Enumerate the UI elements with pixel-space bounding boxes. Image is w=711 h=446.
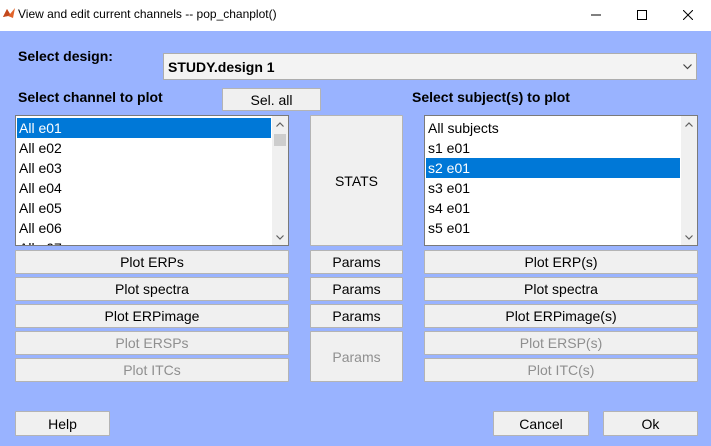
select-subject-label: Select subject(s) to plot	[412, 89, 570, 105]
params-spectra-button[interactable]: Params	[310, 277, 403, 301]
plot-erp-subject-button[interactable]: Plot ERP(s)	[424, 250, 698, 274]
design-dropdown[interactable]: STUDY.design 1	[163, 53, 697, 80]
plot-itcs-button[interactable]: Plot ITCs	[15, 358, 289, 382]
chevron-down-icon	[678, 54, 696, 79]
minimize-icon	[591, 14, 601, 16]
list-item[interactable]: All subjects	[426, 118, 680, 138]
plot-erpimage-button[interactable]: Plot ERPimage	[15, 304, 289, 328]
scroll-up-icon[interactable]	[272, 116, 288, 132]
list-item[interactable]: All e07	[17, 238, 271, 245]
window-title: View and edit current channels -- pop_ch…	[18, 7, 277, 21]
list-item[interactable]: All e02	[17, 138, 271, 158]
stats-button[interactable]: STATS	[310, 115, 403, 246]
dialog-body: Select design: STUDY.design 1 Select cha…	[0, 31, 711, 446]
close-button[interactable]	[665, 0, 711, 30]
params-erpimage-button[interactable]: Params	[310, 304, 403, 328]
subject-list: All subjects s1 e01 s2 e01 s3 e01 s4 e01 s5 e…	[426, 118, 680, 238]
params-ersp-button[interactable]: Params	[310, 331, 403, 382]
ok-button[interactable]: Ok	[603, 411, 698, 436]
list-item[interactable]: All e05	[17, 198, 271, 218]
design-dropdown-value: STUDY.design 1	[168, 59, 275, 75]
scroll-thumb[interactable]	[274, 134, 286, 146]
scroll-down-icon[interactable]	[681, 229, 697, 245]
channel-list: All e01 All e02 All e03 All e04 All e05 All e…	[17, 118, 271, 245]
maximize-button[interactable]	[619, 0, 665, 30]
matlab-icon	[3, 8, 15, 18]
plot-ersp-subject-button[interactable]: Plot ERSP(s)	[424, 331, 698, 355]
close-icon	[683, 10, 693, 20]
list-item[interactable]: s2 e01	[426, 158, 680, 178]
plot-spectra-subject-button[interactable]: Plot spectra	[424, 277, 698, 301]
plot-itc-subject-button[interactable]: Plot ITC(s)	[424, 358, 698, 382]
scroll-down-icon[interactable]	[272, 229, 288, 245]
list-item[interactable]: All e04	[17, 178, 271, 198]
list-item[interactable]: All e01	[17, 118, 271, 138]
plot-erps-button[interactable]: Plot ERPs	[15, 250, 289, 274]
list-item[interactable]: All e06	[17, 218, 271, 238]
cancel-button[interactable]: Cancel	[493, 411, 589, 436]
select-design-label: Select design:	[18, 48, 113, 64]
title-bar: View and edit current channels -- pop_ch…	[0, 0, 711, 31]
plot-ersps-button[interactable]: Plot ERSPs	[15, 331, 289, 355]
channel-scrollbar[interactable]	[272, 116, 288, 245]
plot-spectra-button[interactable]: Plot spectra	[15, 277, 289, 301]
list-item[interactable]: s3 e01	[426, 178, 680, 198]
select-channel-label: Select channel to plot	[18, 89, 163, 105]
help-button[interactable]: Help	[15, 411, 110, 436]
subject-listbox[interactable]: All subjects s1 e01 s2 e01 s3 e01 s4 e01 s5 e…	[424, 115, 698, 246]
list-item[interactable]: s5 e01	[426, 218, 680, 238]
channel-listbox[interactable]: All e01 All e02 All e03 All e04 All e05 All e…	[15, 115, 289, 246]
select-all-button[interactable]: Sel. all	[222, 88, 321, 111]
list-item[interactable]: All e03	[17, 158, 271, 178]
params-erp-button[interactable]: Params	[310, 250, 403, 274]
subject-scrollbar[interactable]	[681, 116, 697, 245]
maximize-icon	[637, 10, 647, 20]
list-item[interactable]: s4 e01	[426, 198, 680, 218]
scroll-up-icon[interactable]	[681, 116, 697, 132]
list-item[interactable]: s1 e01	[426, 138, 680, 158]
minimize-button[interactable]	[573, 0, 619, 30]
plot-erpimage-subject-button[interactable]: Plot ERPimage(s)	[424, 304, 698, 328]
